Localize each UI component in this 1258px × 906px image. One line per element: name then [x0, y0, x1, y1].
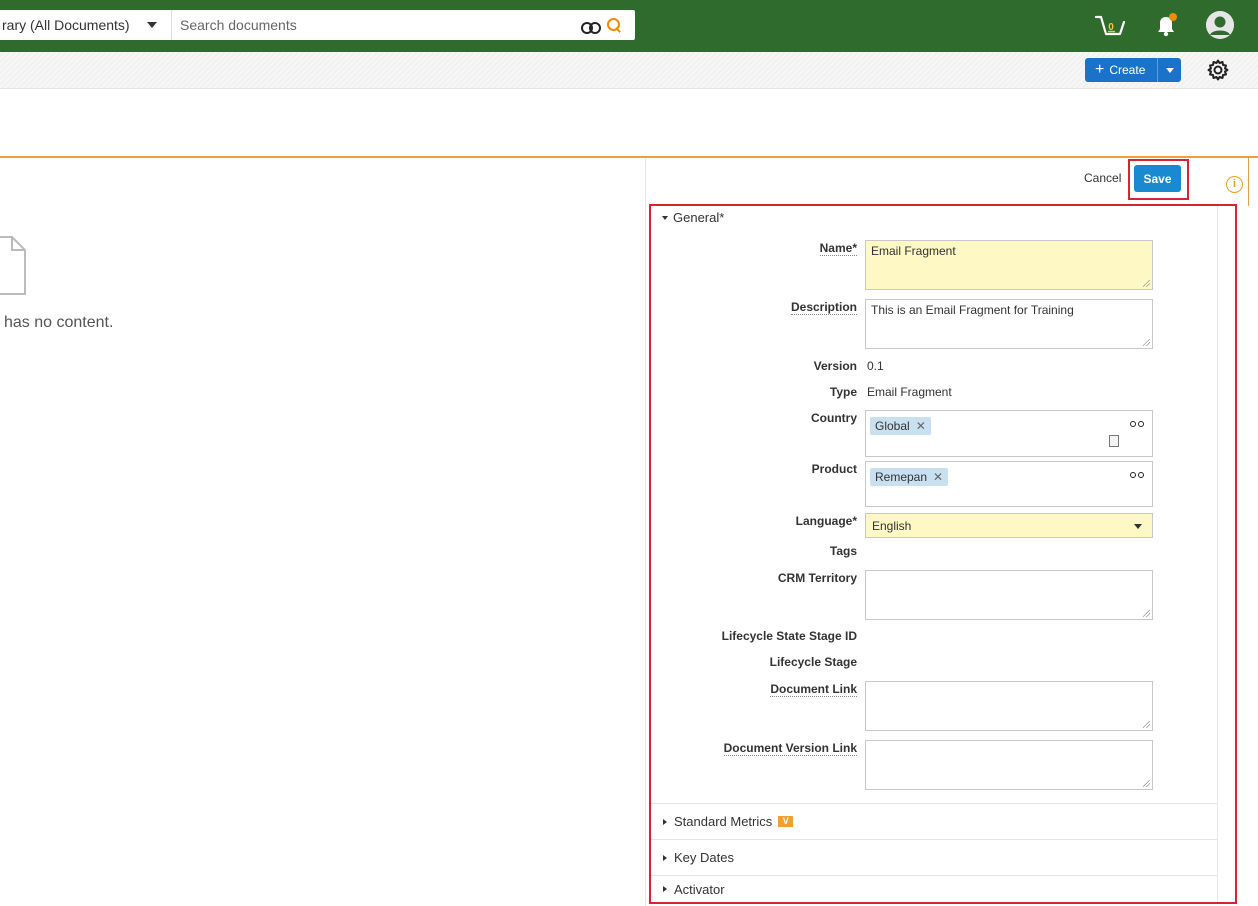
resize-handle-icon[interactable]	[1143, 280, 1150, 287]
resize-handle-icon[interactable]	[1143, 610, 1150, 617]
activator-section-toggle[interactable]: Activator	[651, 875, 1217, 902]
language-value: English	[872, 519, 912, 533]
country-label: Country	[811, 411, 857, 425]
secondary-toolbar	[0, 52, 1258, 89]
user-icon	[1206, 11, 1234, 39]
key-dates-section-toggle[interactable]: Key Dates	[651, 839, 1217, 875]
description-label: Description	[790, 300, 857, 315]
type-value: Email Fragment	[867, 385, 952, 399]
remove-icon[interactable]: ✕	[933, 470, 943, 484]
resize-handle-icon[interactable]	[1143, 339, 1150, 346]
plus-icon: +	[1095, 61, 1105, 78]
tags-label: Tags	[829, 544, 857, 558]
country-field[interactable]: Global ✕	[865, 410, 1153, 457]
caret-right-icon	[663, 818, 667, 825]
no-content-message: has no content.	[4, 314, 114, 331]
info-icon[interactable]: i	[1226, 176, 1243, 193]
top-navigation-bar: rary (All Documents) 0	[0, 0, 1258, 52]
version-label: Version	[813, 359, 857, 373]
document-icon	[0, 236, 26, 296]
general-section-title: General*	[673, 210, 725, 225]
standard-metrics-title: Standard Metrics	[674, 814, 773, 829]
binoculars-icon[interactable]	[1130, 419, 1144, 428]
product-field[interactable]: Remepan ✕	[865, 461, 1153, 507]
bell-icon	[1158, 13, 1177, 37]
create-label: Create	[1109, 63, 1146, 77]
product-chip: Remepan ✕	[870, 468, 949, 486]
description-field[interactable]: This is an Email Fragment for Training	[865, 299, 1153, 349]
create-dropdown-toggle[interactable]	[1157, 58, 1181, 82]
document-version-link-field[interactable]	[865, 740, 1153, 790]
resize-handle-icon[interactable]	[1143, 721, 1150, 728]
panel-scrollbar[interactable]	[1217, 206, 1218, 902]
product-label: Product	[811, 462, 857, 476]
gear-icon	[1207, 59, 1229, 81]
cart-button[interactable]: 0	[1094, 14, 1128, 38]
product-chip-label: Remepan	[875, 470, 928, 484]
lifecycle-stage-label: Lifecycle Stage	[769, 655, 857, 669]
user-avatar[interactable]	[1206, 11, 1234, 39]
type-label: Type	[829, 385, 857, 399]
caret-right-icon	[663, 854, 667, 861]
notifications-button[interactable]	[1154, 12, 1178, 38]
search-input[interactable]	[172, 10, 581, 40]
activator-title: Activator	[674, 881, 725, 897]
remove-icon[interactable]: ✕	[916, 419, 926, 433]
document-link-label: Document Link	[770, 682, 857, 697]
standard-metrics-section-toggle[interactable]: Standard Metrics V	[651, 803, 1217, 839]
chevron-down-icon	[147, 22, 157, 28]
lifecycle-state-stage-id-label: Lifecycle State Stage ID	[721, 629, 857, 643]
picklist-icon[interactable]	[1109, 435, 1119, 447]
caret-right-icon	[663, 886, 667, 892]
vault-badge-icon: V	[778, 816, 794, 827]
cancel-button[interactable]: Cancel	[1084, 171, 1121, 185]
chevron-down-icon	[1134, 524, 1142, 529]
resize-handle-icon[interactable]	[1143, 780, 1150, 787]
save-button[interactable]: Save	[1134, 165, 1181, 192]
key-dates-title: Key Dates	[674, 850, 734, 865]
description-value: This is an Email Fragment for Training	[871, 303, 1074, 317]
binoculars-icon[interactable]	[581, 19, 601, 34]
language-select[interactable]: English	[865, 513, 1153, 538]
name-label: Name*	[819, 241, 857, 256]
create-button[interactable]: + Create	[1085, 58, 1181, 82]
name-field[interactable]: Email Fragment	[865, 240, 1153, 290]
binoculars-icon[interactable]	[1130, 470, 1144, 479]
country-chip: Global ✕	[870, 417, 931, 435]
search-icon[interactable]	[607, 18, 621, 32]
search-bar: rary (All Documents)	[0, 10, 635, 40]
panel-edge	[1248, 158, 1249, 206]
crm-territory-label: CRM Territory	[777, 571, 857, 585]
general-section-toggle[interactable]: General*	[662, 210, 724, 225]
cart-icon: 0	[1094, 15, 1126, 36]
search-scope-label: rary (All Documents)	[2, 17, 130, 33]
document-link-field[interactable]	[865, 681, 1153, 731]
country-chip-label: Global	[875, 419, 910, 433]
name-value: Email Fragment	[871, 244, 956, 258]
caret-down-icon	[662, 215, 668, 220]
create-main-action[interactable]: + Create	[1085, 58, 1157, 82]
search-scope-dropdown[interactable]: rary (All Documents)	[0, 10, 172, 40]
version-value: 0.1	[867, 359, 884, 373]
document-version-link-label: Document Version Link	[723, 741, 857, 756]
settings-button[interactable]	[1206, 58, 1230, 82]
crm-territory-field[interactable]	[865, 570, 1153, 620]
language-label: Language*	[795, 514, 857, 528]
